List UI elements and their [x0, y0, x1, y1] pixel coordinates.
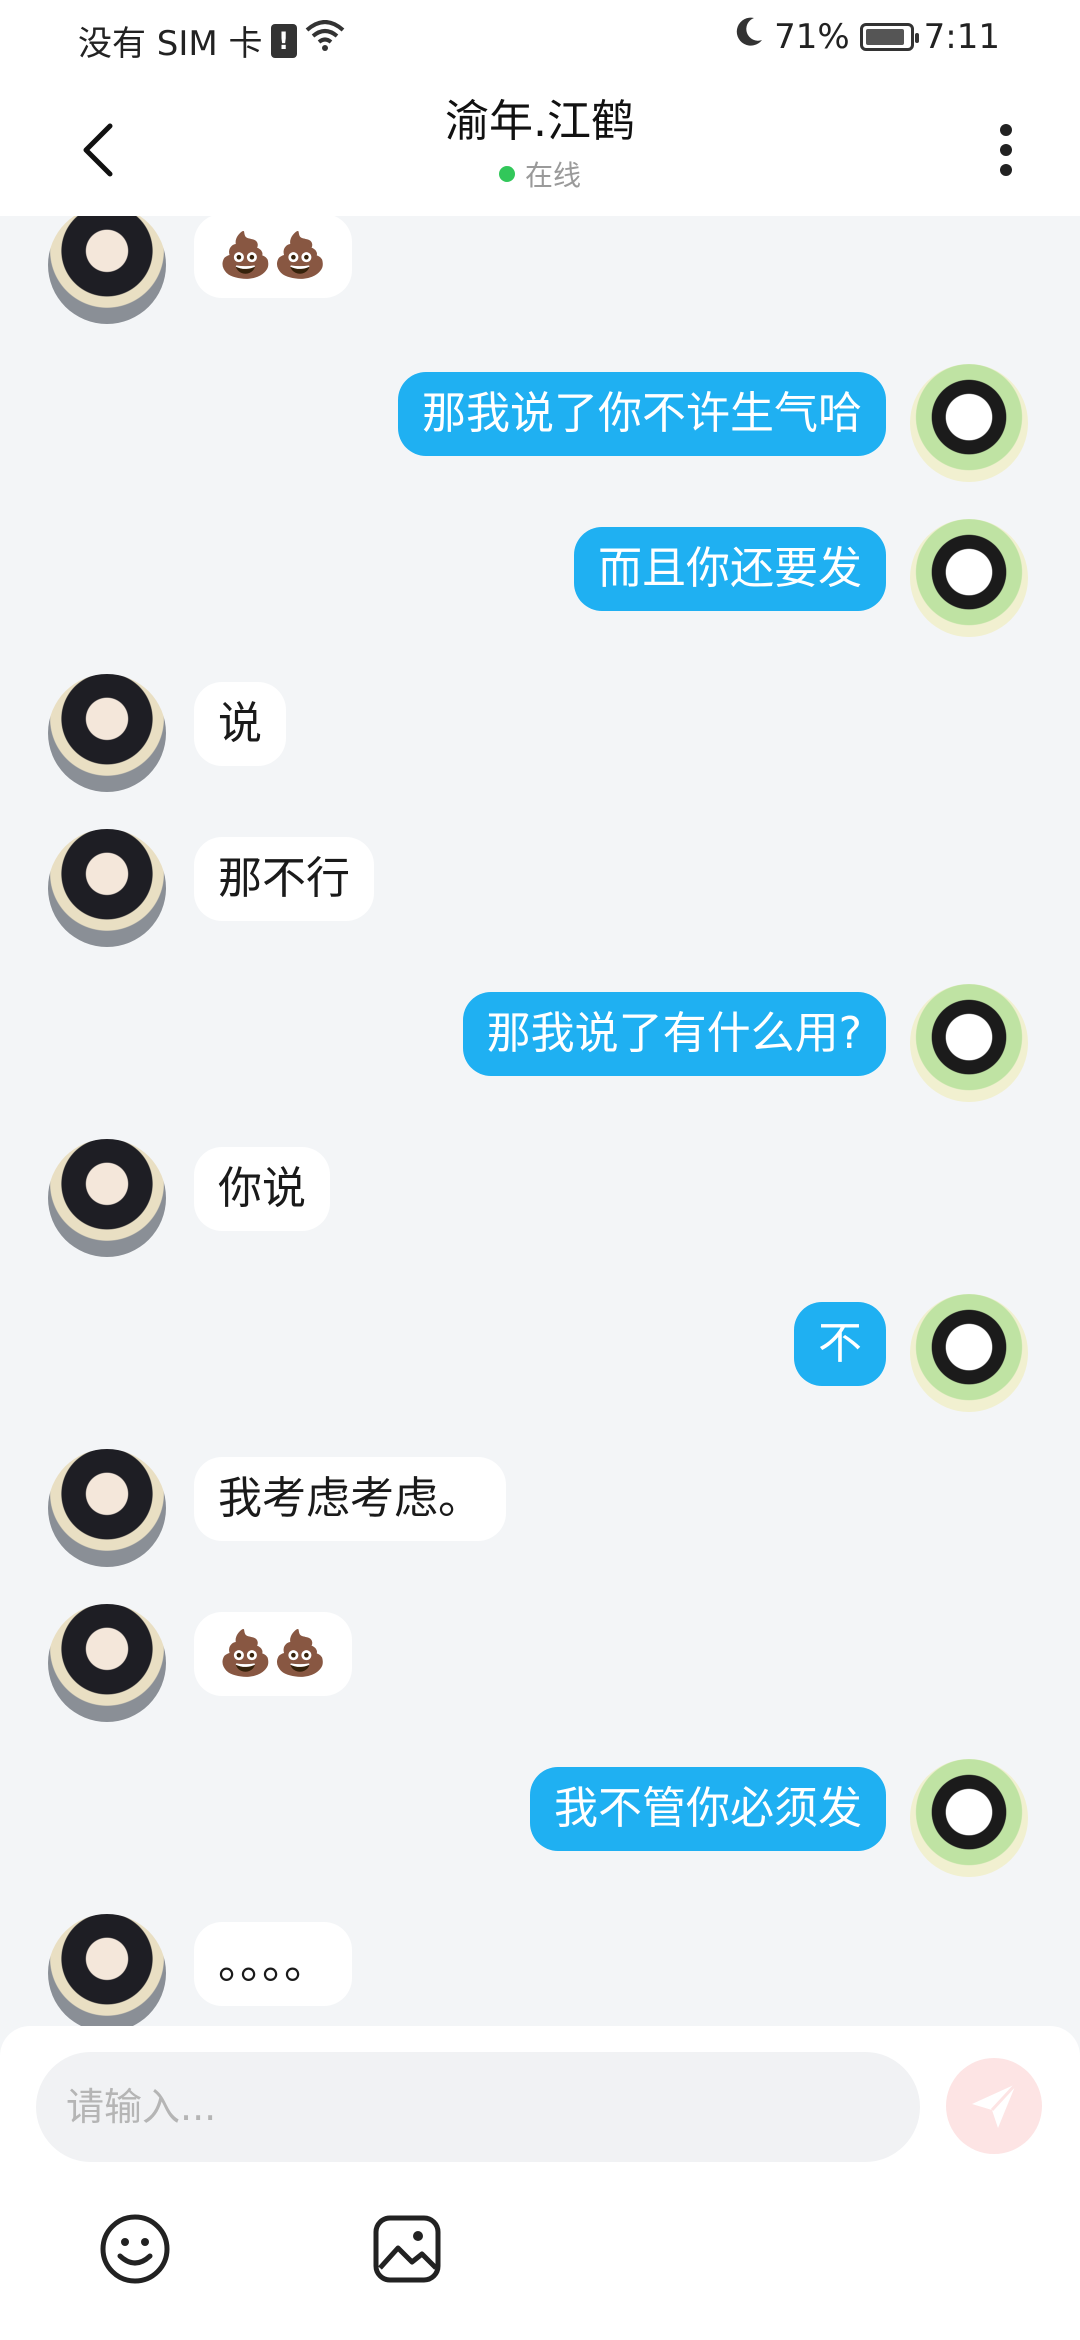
- more-button[interactable]: [976, 110, 1036, 190]
- contact-avatar[interactable]: [48, 674, 166, 792]
- message-bubble[interactable]: 说: [194, 682, 286, 766]
- self-avatar[interactable]: [910, 1759, 1028, 1877]
- send-icon: [972, 2082, 1018, 2128]
- contact-name: 渝年.江鹤: [445, 96, 635, 147]
- self-avatar[interactable]: [910, 1294, 1028, 1412]
- emoji-button[interactable]: [98, 2212, 172, 2286]
- status-right: 71% 7:11: [734, 16, 1000, 57]
- sim-alert-icon: !: [270, 23, 297, 58]
- image-icon: [373, 2215, 441, 2283]
- composer-panel: [0, 2026, 1080, 2340]
- message-list[interactable]: 💩💩 那我说了你不许生气哈 而且你还要发 说 那不行 那我说了有什么用? 你说: [0, 216, 1080, 2026]
- message-bubble[interactable]: 那不行: [194, 837, 374, 921]
- online-status: 在线: [0, 154, 1080, 194]
- message-row: 💩💩: [0, 1604, 1080, 1744]
- message-bubble[interactable]: 而且你还要发: [574, 527, 886, 611]
- message-row: 而且你还要发: [0, 519, 1080, 659]
- message-bubble[interactable]: 💩💩: [194, 216, 352, 298]
- message-bubble[interactable]: 我考虑考虑。: [194, 1457, 506, 1541]
- emoji-icon: [100, 2214, 170, 2284]
- image-button[interactable]: [370, 2212, 444, 2286]
- self-avatar[interactable]: [910, 364, 1028, 482]
- message-row: 那不行: [0, 829, 1080, 969]
- message-row: 不: [0, 1294, 1080, 1434]
- status-left: 没有 SIM 卡 !: [78, 16, 345, 65]
- online-dot-icon: [498, 166, 515, 182]
- message-row: 说: [0, 674, 1080, 814]
- title-block: 渝年.江鹤 在线: [0, 92, 1080, 194]
- contact-avatar[interactable]: [48, 1139, 166, 1257]
- moon-icon: [734, 16, 764, 57]
- message-row: 我考虑考虑。: [0, 1449, 1080, 1589]
- message-bubble[interactable]: 💩💩: [194, 1612, 352, 1696]
- message-row: 你说: [0, 1139, 1080, 1279]
- chat-header: 渝年.江鹤 在线: [0, 78, 1080, 216]
- message-bubble[interactable]: 那我说了有什么用?: [462, 992, 886, 1076]
- contact-avatar[interactable]: [48, 829, 166, 947]
- contact-avatar[interactable]: [48, 1914, 166, 2026]
- message-bubble[interactable]: 不: [794, 1302, 886, 1386]
- battery-icon: [859, 22, 919, 51]
- clock: 7:11: [923, 16, 1000, 57]
- message-bubble[interactable]: 你说: [194, 1147, 330, 1231]
- contact-avatar[interactable]: [48, 1604, 166, 1722]
- message-row: 我不管你必须发: [0, 1759, 1080, 1899]
- contact-avatar[interactable]: [48, 1449, 166, 1567]
- carrier-text: 没有 SIM 卡: [78, 24, 263, 64]
- send-button[interactable]: [946, 2058, 1042, 2154]
- message-row: 💩💩: [0, 216, 1080, 346]
- self-avatar[interactable]: [910, 984, 1028, 1102]
- chat-screen: 没有 SIM 卡 ! 71% 7:11 渝年.江鹤 在线 💩💩 那我说了你不许生…: [0, 0, 1080, 2340]
- message-input[interactable]: [36, 2052, 920, 2162]
- message-bubble[interactable]: 。。。。: [194, 1922, 352, 2006]
- self-avatar[interactable]: [910, 519, 1028, 637]
- message-bubble[interactable]: 我不管你必须发: [530, 1767, 886, 1851]
- battery-percent: 71%: [774, 16, 850, 57]
- status-bar: 没有 SIM 卡 ! 71% 7:11: [0, 0, 1080, 78]
- message-row: 那我说了有什么用?: [0, 984, 1080, 1124]
- wifi-icon: [305, 20, 345, 61]
- more-vertical-icon: [1000, 124, 1012, 176]
- online-status-text: 在线: [524, 159, 581, 192]
- contact-avatar[interactable]: [48, 216, 166, 324]
- message-row: 那我说了你不许生气哈: [0, 364, 1080, 504]
- message-row: 。。。。: [0, 1914, 1080, 2026]
- message-bubble[interactable]: 那我说了你不许生气哈: [398, 372, 886, 456]
